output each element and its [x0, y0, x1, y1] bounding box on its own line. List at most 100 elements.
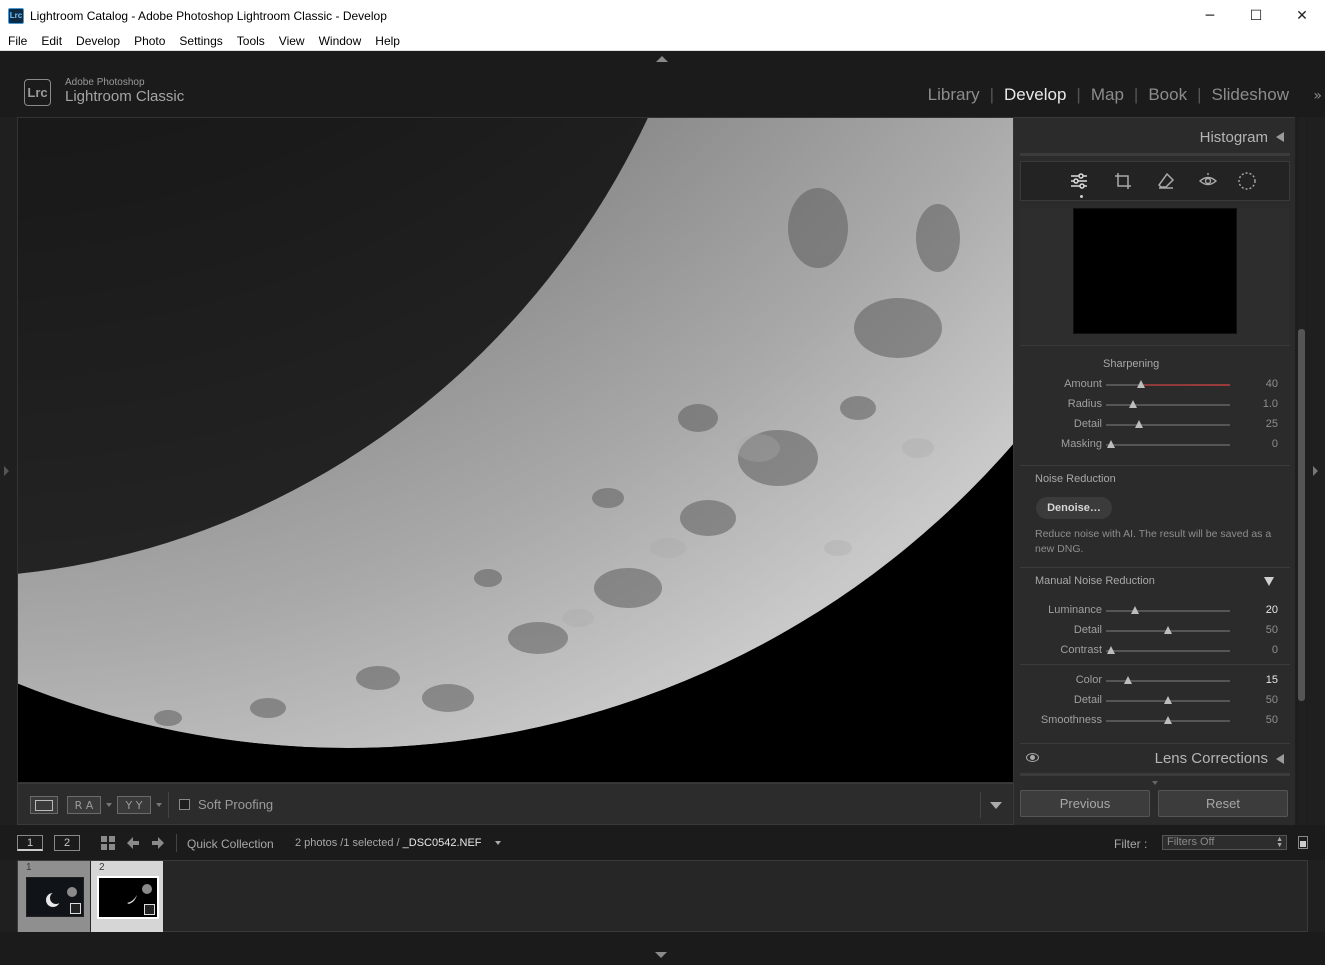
slider-value[interactable]: 0: [1272, 644, 1278, 656]
chevron-down-icon[interactable]: [106, 803, 112, 807]
toolbar-options-icon[interactable]: [990, 802, 1002, 809]
menu-help[interactable]: Help: [368, 34, 407, 48]
slider-track[interactable]: [1106, 380, 1230, 388]
collapse-right-panel-icon[interactable]: [1313, 466, 1318, 476]
main-screen-button[interactable]: 1: [17, 835, 43, 851]
source-label[interactable]: Quick Collection: [187, 837, 274, 851]
slider-knob[interactable]: [1129, 400, 1138, 408]
soft-proofing-checkbox[interactable]: [179, 799, 190, 810]
menu-photo[interactable]: Photo: [127, 34, 172, 48]
previous-button[interactable]: Previous: [1020, 790, 1150, 817]
slider-track[interactable]: [1106, 420, 1230, 428]
slider-knob[interactable]: [1135, 420, 1144, 428]
module-slideshow[interactable]: Slideshow: [1202, 85, 1300, 105]
slider-value[interactable]: 50: [1266, 714, 1278, 726]
slider-value[interactable]: 0: [1272, 438, 1278, 450]
detail-preview-image[interactable]: [1073, 208, 1237, 334]
slider-track[interactable]: [1106, 646, 1230, 654]
slider-track[interactable]: [1106, 440, 1230, 448]
filter-dropdown[interactable]: Filters Off ▲ ▼: [1162, 835, 1287, 850]
slider-knob[interactable]: [1124, 676, 1133, 684]
eye-icon[interactable]: [1026, 753, 1039, 762]
slider-masking[interactable]: Masking 0: [1020, 436, 1290, 454]
expand-manual-noise-icon[interactable]: [1264, 577, 1274, 586]
before-after-swap-button[interactable]: Y Y: [117, 796, 151, 814]
slider-color[interactable]: Color 15: [1020, 672, 1290, 690]
photo-selection-info[interactable]: 2 photos /1 selected / _DSC0542.NEF: [295, 837, 482, 849]
menu-view[interactable]: View: [272, 34, 312, 48]
slider-detail[interactable]: Detail 25: [1020, 416, 1290, 434]
menu-file[interactable]: File: [0, 34, 34, 48]
expand-lens-corrections-icon[interactable]: [1276, 754, 1284, 764]
menu-develop[interactable]: Develop: [69, 34, 127, 48]
slider-knob[interactable]: [1130, 606, 1139, 614]
filter-toggle-icon[interactable]: [1298, 836, 1308, 849]
right-panel-scrollbar[interactable]: [1296, 117, 1308, 825]
slider-value[interactable]: 40: [1266, 378, 1278, 390]
before-after-button[interactable]: R A: [67, 796, 101, 814]
lens-corrections-header[interactable]: Lens Corrections: [1020, 743, 1290, 773]
collapse-top-panel-icon[interactable]: [656, 56, 668, 62]
slider-smoothness[interactable]: Smoothness 50: [1020, 712, 1290, 730]
slider-value[interactable]: 50: [1266, 624, 1278, 636]
slider-radius[interactable]: Radius 1.0: [1020, 396, 1290, 414]
redeye-icon[interactable]: [1197, 171, 1219, 191]
menu-edit[interactable]: Edit: [34, 34, 69, 48]
slider-luminance-contrast[interactable]: Contrast 0: [1020, 642, 1290, 660]
slider-knob[interactable]: [1106, 440, 1115, 448]
slider-value[interactable]: 20: [1266, 604, 1278, 616]
slider-track[interactable]: [1106, 716, 1230, 724]
expand-left-panel-icon[interactable]: [4, 466, 9, 476]
secondary-screen-button[interactable]: 2: [54, 835, 80, 851]
menu-settings[interactable]: Settings: [172, 34, 229, 48]
eraser-icon[interactable]: [1155, 171, 1177, 191]
filmstrip-cell-selected[interactable]: 2: [91, 861, 163, 933]
collapse-histogram-icon[interactable]: [1276, 132, 1284, 142]
slider-value[interactable]: 1.0: [1263, 398, 1278, 410]
arrow-right-icon[interactable]: [151, 836, 165, 850]
chevron-down-icon[interactable]: [156, 803, 162, 807]
chevron-down-icon[interactable]: [495, 841, 501, 845]
module-map[interactable]: Map: [1081, 85, 1134, 105]
module-book[interactable]: Book: [1138, 85, 1197, 105]
slider-luminance[interactable]: Luminance 20: [1020, 602, 1290, 620]
slider-knob[interactable]: [1164, 696, 1172, 704]
slider-amount[interactable]: Amount 40: [1020, 376, 1290, 394]
slider-knob[interactable]: [1164, 626, 1172, 634]
slider-track[interactable]: [1106, 606, 1230, 614]
histogram-header[interactable]: Histogram: [1020, 122, 1290, 152]
grid-view-icon[interactable]: [101, 836, 115, 850]
slider-track[interactable]: [1106, 676, 1230, 684]
manual-noise-reduction-title[interactable]: Manual Noise Reduction: [1035, 575, 1155, 587]
slider-luminance-detail[interactable]: Detail 50: [1020, 622, 1290, 640]
reset-button[interactable]: Reset: [1158, 790, 1288, 817]
slider-track[interactable]: [1106, 626, 1230, 634]
photo-canvas[interactable]: [17, 117, 1014, 783]
minimize-button[interactable]: ─: [1187, 0, 1233, 31]
slider-knob[interactable]: [1136, 380, 1145, 388]
loupe-view-button[interactable]: [30, 796, 58, 814]
close-button[interactable]: ✕: [1279, 0, 1325, 31]
slider-track[interactable]: [1106, 400, 1230, 408]
slider-knob[interactable]: [1106, 646, 1115, 654]
slider-knob[interactable]: [1164, 716, 1172, 724]
slider-value[interactable]: 25: [1266, 418, 1278, 430]
filmstrip-cell[interactable]: 1: [18, 861, 90, 933]
module-library[interactable]: Library: [918, 85, 990, 105]
slider-color-detail[interactable]: Detail 50: [1020, 692, 1290, 710]
thumbnail[interactable]: [26, 877, 84, 917]
develop-sliders-icon[interactable]: [1068, 171, 1090, 191]
arrow-left-icon[interactable]: [126, 836, 140, 850]
menu-tools[interactable]: Tools: [230, 34, 272, 48]
more-modules-icon[interactable]: »: [1313, 88, 1322, 104]
menu-window[interactable]: Window: [312, 34, 369, 48]
thumbnail[interactable]: [97, 876, 159, 919]
denoise-button[interactable]: Denoise…: [1036, 497, 1112, 519]
slider-value[interactable]: 50: [1266, 694, 1278, 706]
scrollbar-thumb[interactable]: [1298, 329, 1305, 701]
slider-track[interactable]: [1106, 696, 1230, 704]
module-develop[interactable]: Develop: [994, 85, 1076, 105]
crop-icon[interactable]: [1112, 171, 1134, 191]
slider-value[interactable]: 15: [1266, 674, 1278, 686]
collapse-filmstrip-icon[interactable]: [655, 952, 667, 958]
